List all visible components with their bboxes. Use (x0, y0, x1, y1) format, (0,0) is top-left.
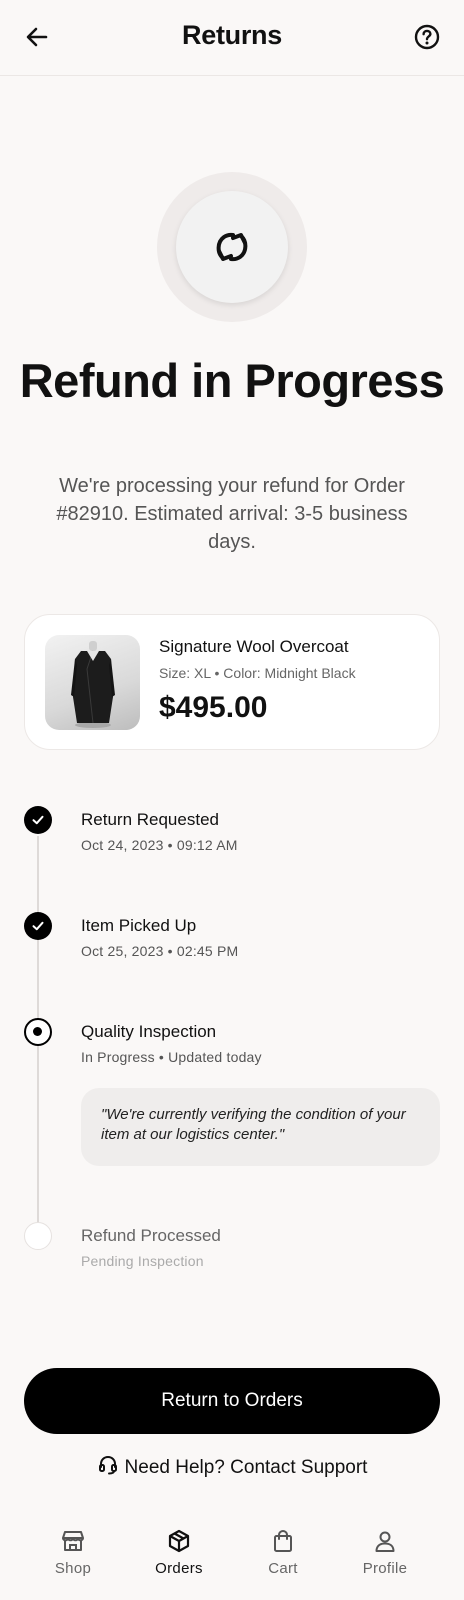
headset-icon (98, 1455, 117, 1475)
product-name: Signature Wool Overcoat (159, 637, 349, 656)
status-headline: Refund in Progress (19, 354, 445, 407)
status-description: We're processing your refund for Order #… (56, 475, 408, 553)
bottom-tab-bar: Shop Orders Cart Profile (0, 1510, 464, 1600)
tab-shop[interactable]: Shop (28, 1528, 118, 1577)
tab-label: Cart (268, 1560, 298, 1577)
refresh-icon (216, 232, 248, 262)
pending-step-icon (24, 1222, 52, 1250)
product-variant: Size: XL • Color: Midnight Black (159, 665, 356, 681)
coat-image (71, 641, 115, 728)
shopping-bag-icon (274, 1529, 292, 1552)
return-to-orders-button[interactable]: Return to Orders (24, 1368, 440, 1434)
tab-label: Profile (362, 1560, 408, 1577)
tab-cart[interactable]: Cart (238, 1528, 328, 1577)
check-circle-icon (24, 912, 52, 940)
tab-profile[interactable]: Profile (340, 1528, 430, 1577)
step-subtitle: Pending Inspection (81, 1253, 204, 1269)
product-card[interactable]: Signature Wool Overcoat Size: XL • Color… (24, 614, 440, 750)
check-circle-icon (24, 806, 52, 834)
step-title: Return Requested (81, 810, 219, 829)
help-circle-icon (414, 24, 440, 50)
help-button[interactable] (412, 22, 442, 52)
status-icon-badge (176, 191, 288, 303)
top-app-bar: Returns (0, 0, 464, 76)
tab-label: Orders (155, 1560, 203, 1577)
storefront-icon (62, 1531, 84, 1551)
page-title: Returns (182, 20, 282, 50)
user-icon (375, 1531, 395, 1552)
package-icon (168, 1529, 190, 1553)
inspection-note: "We're currently verifying the condition… (81, 1088, 440, 1166)
step-title: Refund Processed (81, 1226, 221, 1245)
tab-orders[interactable]: Orders (134, 1528, 224, 1577)
contact-support-link[interactable]: Need Help? Contact Support (0, 1454, 464, 1479)
step-subtitle: Oct 24, 2023 • 09:12 AM (81, 837, 238, 853)
step-subtitle: Oct 25, 2023 • 02:45 PM (81, 943, 239, 959)
step-title: Item Picked Up (81, 916, 197, 935)
status-icon-ring (157, 172, 307, 322)
step-title: Quality Inspection (81, 1022, 217, 1041)
current-step-icon (24, 1018, 52, 1046)
product-price: $495.00 (159, 691, 268, 724)
tab-label: Shop (54, 1560, 92, 1577)
product-image (45, 635, 140, 730)
step-subtitle: In Progress • Updated today (81, 1049, 262, 1065)
support-label: Need Help? Contact Support (124, 1457, 368, 1478)
